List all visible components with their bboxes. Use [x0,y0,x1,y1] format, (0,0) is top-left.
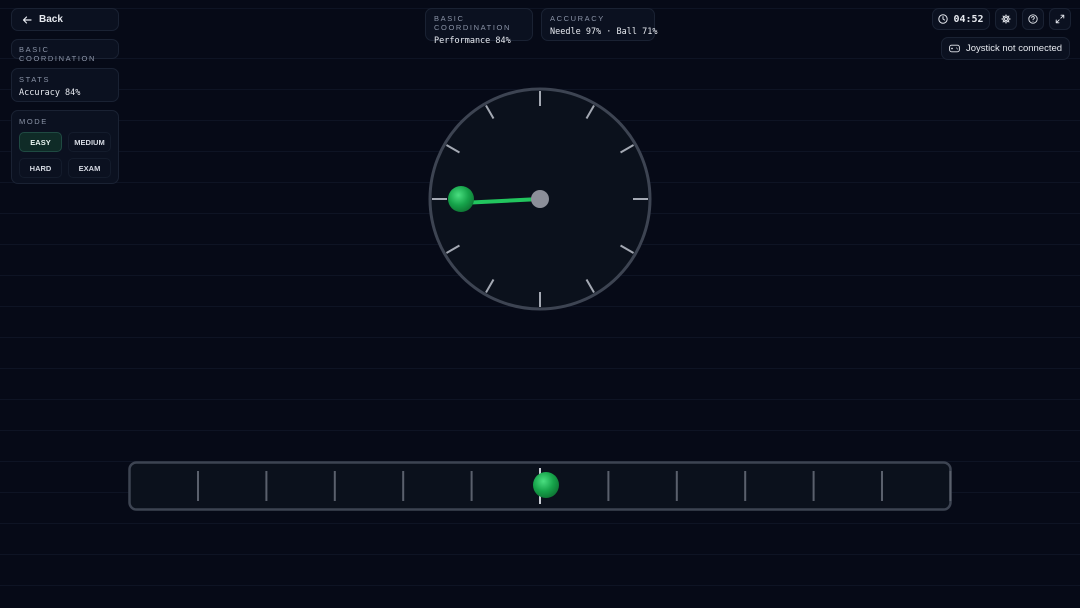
clock-icon [938,14,949,24]
dial-ball [448,186,474,212]
section-label: BASIC COORDINATION [19,45,96,63]
settings-button[interactable] [995,8,1017,30]
joystick-status: Joystick not connected [941,37,1070,60]
timer-value: 04:52 [953,13,984,25]
stats-label: STATS [19,75,51,84]
gear-icon [1001,14,1011,24]
help-icon [1028,14,1038,24]
back-button[interactable]: Back [11,8,119,31]
dial-hub [531,190,549,208]
section-label-panel: BASIC COORDINATION [11,39,119,63]
track-ball [533,472,559,498]
performance-value: Performance 84% [434,36,511,46]
timer: 04:52 [932,8,990,30]
stats-value: Accuracy 84% [19,88,81,98]
coordination-card: BASIC COORDINATION Performance 84% [425,8,533,46]
coordination-label: BASIC COORDINATION [434,14,511,32]
accuracy-label: ACCURACY [550,14,605,23]
arrow-left-icon [22,15,32,25]
fullscreen-button[interactable] [1049,8,1071,30]
back-label: Back [39,14,63,25]
gamepad-icon [949,44,960,53]
stats-panel: STATS Accuracy 84% [11,68,119,102]
dial [428,87,652,311]
mode-medium-button[interactable]: MEDIUM [68,132,111,152]
mode-panel: MODE EASY MEDIUM HARD EXAM [11,110,119,184]
joystick-status-text: Joystick not connected [965,43,1063,54]
accuracy-card: ACCURACY Needle 97% · Ball 71% [541,8,658,41]
help-button[interactable] [1022,8,1044,30]
mode-exam-button[interactable]: EXAM [68,158,111,178]
fullscreen-icon [1055,14,1065,24]
mode-easy-button[interactable]: EASY [19,132,62,152]
horizontal-track [128,461,952,511]
mode-hard-button[interactable]: HARD [19,158,62,178]
accuracy-value: Needle 97% · Ball 71% [550,27,658,37]
mode-label: MODE [19,117,48,126]
